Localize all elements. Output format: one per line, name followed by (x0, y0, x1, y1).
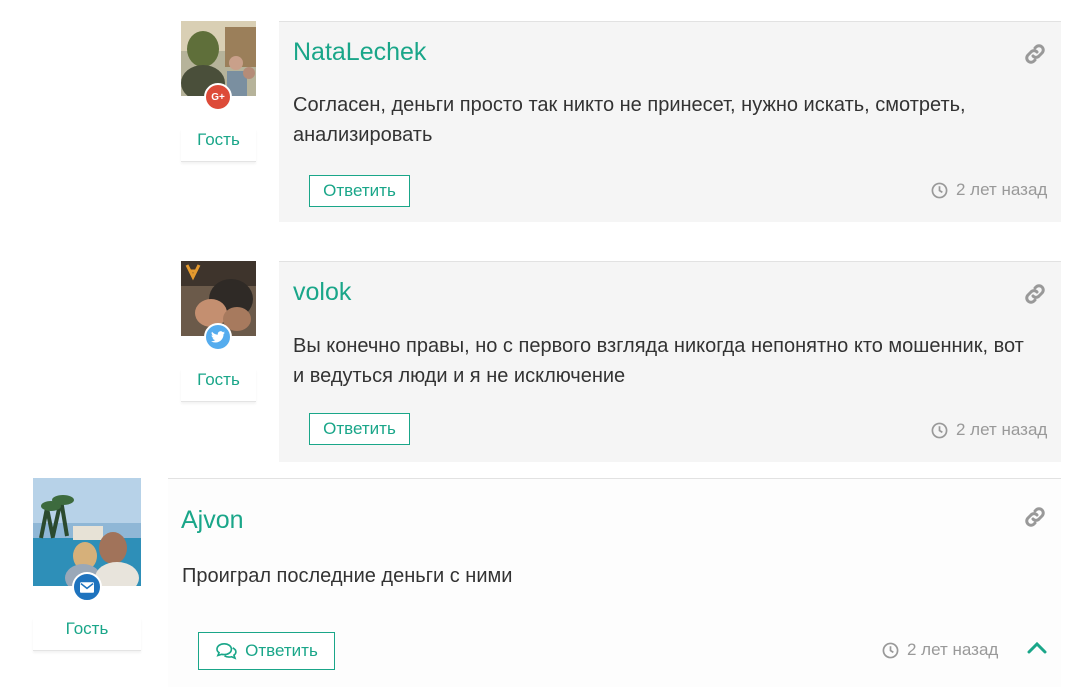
link-icon[interactable] (1023, 505, 1047, 529)
comment-time: 2 лет назад (882, 640, 998, 660)
comment-author[interactable]: volok (293, 278, 351, 307)
comment-author-column: Гость (181, 261, 256, 406)
comments-icon (216, 642, 237, 660)
comment-author-column: G+ Гость (181, 21, 256, 166)
time-label: 2 лет назад (956, 180, 1048, 199)
twitter-icon (204, 323, 232, 351)
link-icon[interactable] (1023, 282, 1047, 306)
chevron-up-icon[interactable] (1027, 640, 1047, 659)
link-icon[interactable] (1023, 42, 1047, 66)
reply-label: Ответить (245, 641, 318, 660)
author-role: Гость (33, 618, 141, 651)
clock-icon (931, 182, 948, 198)
clock-icon (931, 422, 948, 438)
comment-body: Ajvon Проиграл последние деньги с ними О… (168, 478, 1061, 687)
comment-text: Согласен, деньги просто так никто не при… (293, 94, 966, 146)
comment-time: 2 лет назад (931, 420, 1047, 440)
comment-text: Проиграл последние деньги с ними (182, 565, 513, 587)
comment-text: Вы конечно правы, но с первого взгляда н… (293, 335, 1024, 387)
reply-button[interactable]: Ответить (198, 632, 335, 670)
reply-label: Ответить (323, 181, 396, 200)
comment-author-column: Гость (33, 478, 141, 653)
comment-author[interactable]: NataLechek (293, 38, 426, 67)
google-plus-icon: G+ (204, 83, 232, 111)
time-label: 2 лет назад (956, 420, 1048, 439)
email-icon (72, 572, 102, 602)
reply-button[interactable]: Ответить (309, 413, 410, 445)
reply-label: Ответить (323, 419, 396, 438)
comment-time: 2 лет назад (931, 180, 1047, 200)
time-label: 2 лет назад (907, 640, 999, 659)
author-role: Гость (181, 369, 256, 402)
author-role: Гость (181, 129, 256, 162)
avatar[interactable] (33, 478, 141, 586)
comment-author[interactable]: Ajvon (181, 506, 244, 535)
reply-button[interactable]: Ответить (309, 175, 410, 207)
comment-body: NataLechek Согласен, деньги просто так н… (279, 21, 1061, 222)
badge-label: G+ (211, 91, 225, 103)
clock-icon (882, 642, 899, 658)
comment-body: volok Вы конечно правы, но с первого взг… (279, 261, 1061, 462)
